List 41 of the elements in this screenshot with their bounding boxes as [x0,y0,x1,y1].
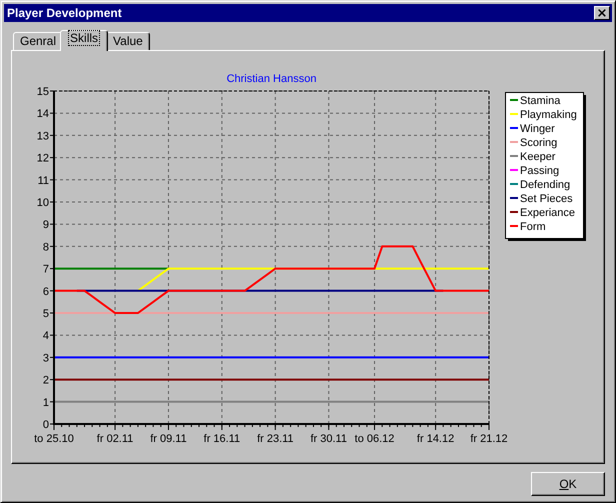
legend-label: Stamina [520,95,560,107]
legend-label: Keeper [520,151,556,163]
legend-label: Set Pieces [520,193,573,205]
tick-label: 12 [36,152,49,165]
window-title: Player Development [7,6,122,20]
tick-label: 8 [42,241,49,254]
tick-label: fr 14.12 [416,433,454,445]
tick-label: fr 21.12 [470,433,508,445]
tick-label: 9 [42,219,49,232]
legend-label: Form [520,221,546,233]
tick-label: fr 02.11 [96,433,134,445]
chart-title: Christian Hansson [226,73,316,85]
legend-label: Experiance [520,207,576,219]
tick-label: 5 [42,308,49,320]
tick-label: 15 [36,86,49,98]
tick-label: 2 [42,374,49,387]
tick-label: fr 09.11 [150,433,187,445]
close-button[interactable]: × [594,6,610,20]
legend-label: Scoring [520,137,558,149]
tick-label: fr 16.11 [204,433,240,445]
tick-label: to 25.10 [34,433,74,445]
tick-label: 6 [42,286,49,298]
legend-label: Winger [520,123,555,135]
legend-label: Passing [520,165,560,177]
tick-label: 4 [42,330,49,342]
tick-label: to 06.12 [354,433,394,445]
tick-label: 13 [36,130,49,142]
legend-label: Defending [520,179,570,191]
tick-label: 1 [42,396,49,409]
tick-label: 0 [42,419,49,431]
tab[interactable]: Value [106,32,150,50]
tab[interactable]: Skills [60,30,108,51]
legend-label: Playmaking [520,109,577,121]
tick-label: 11 [38,174,49,187]
ok-button[interactable]: OK [531,472,605,496]
tick-label: 14 [36,108,49,120]
tick-label: fr 30.11 [310,433,347,445]
tick-label: fr 23.11 [257,433,294,445]
tick-label: 7 [42,264,49,276]
tick-label: 10 [36,197,49,209]
tick-label: 3 [42,352,49,364]
